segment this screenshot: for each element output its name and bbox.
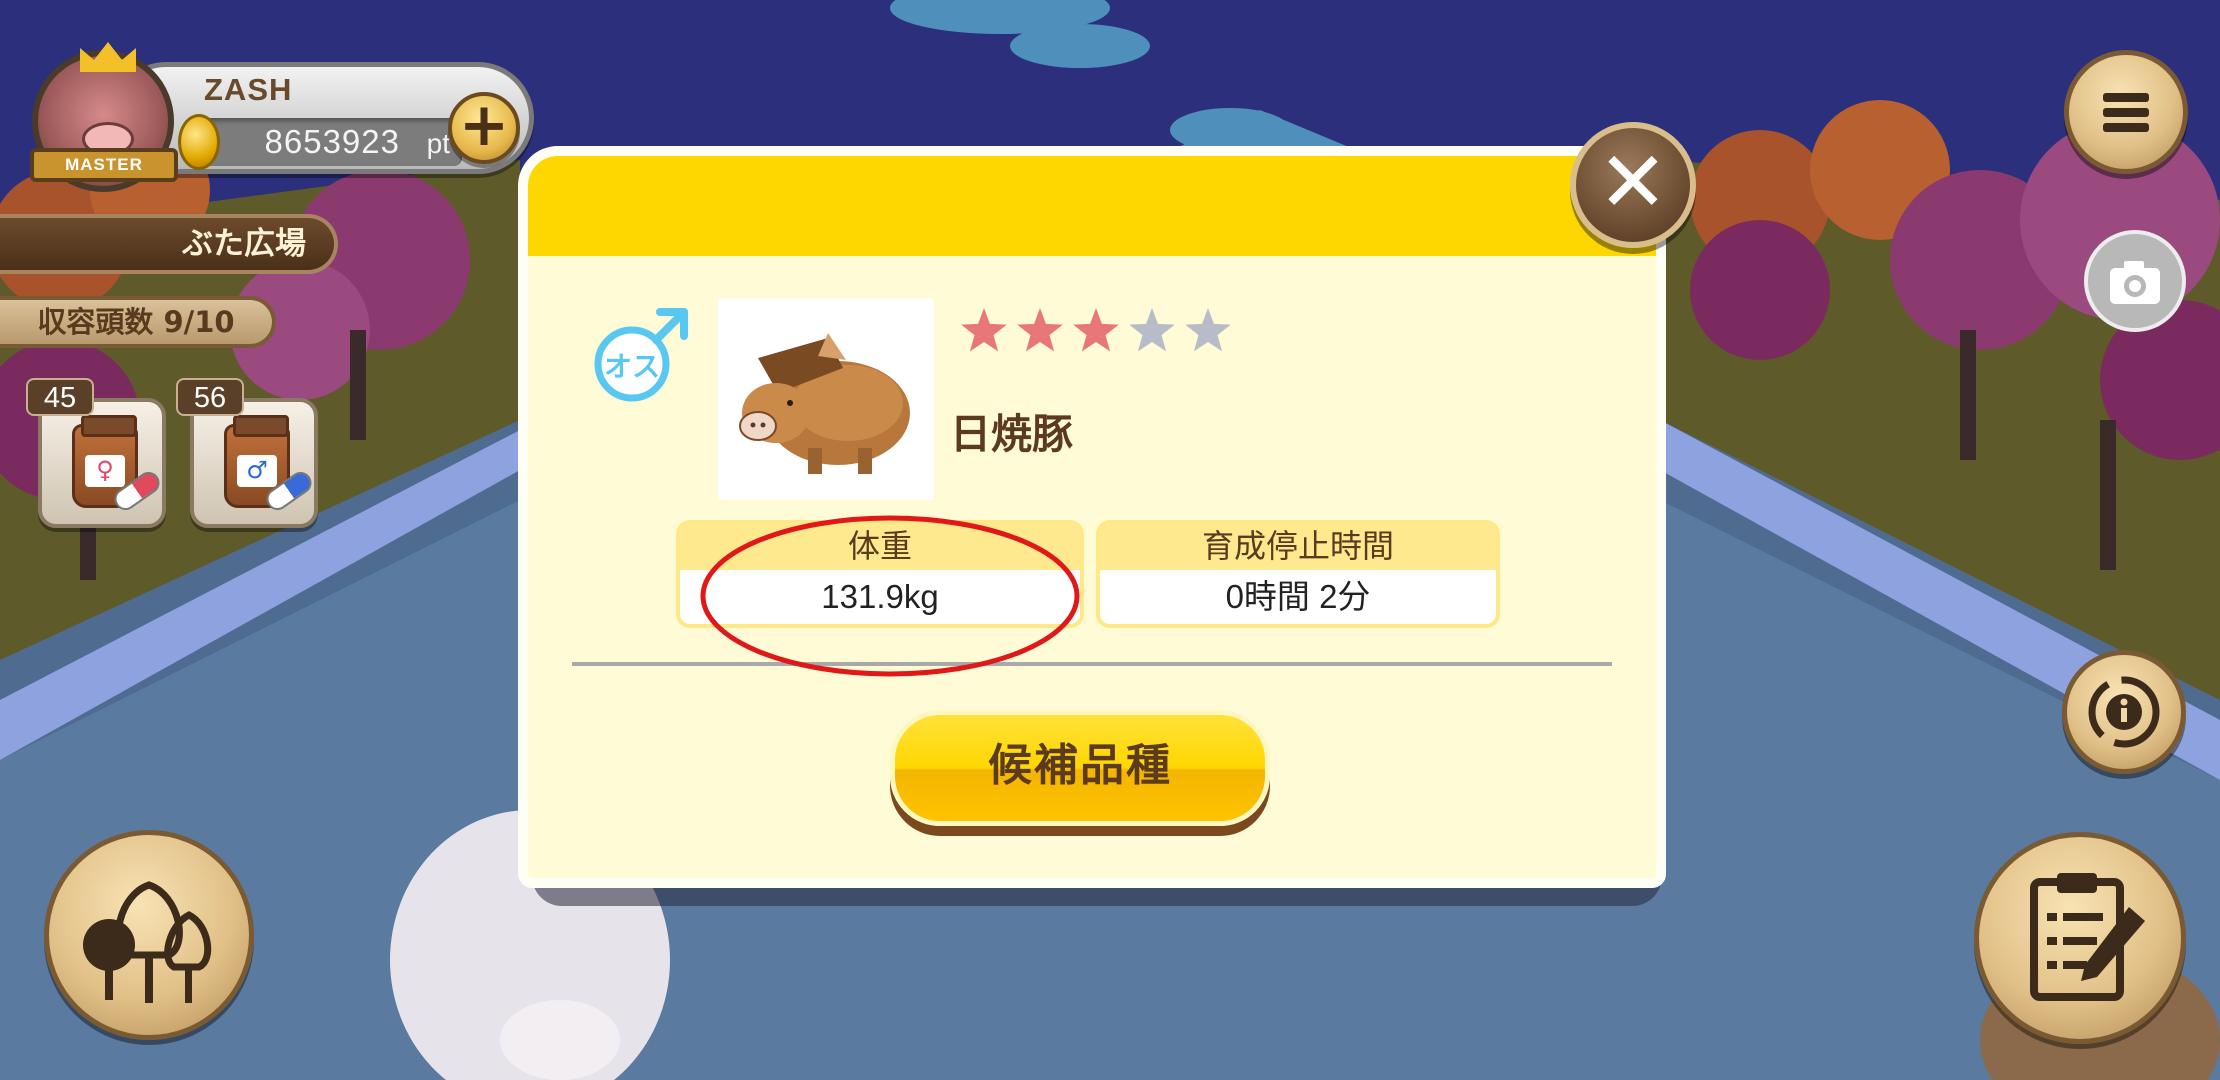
- rotate-info-icon: [2088, 676, 2160, 748]
- trees-button[interactable]: [44, 830, 254, 1040]
- growth-stop-card: 育成停止時間 0時間 2分: [1096, 520, 1500, 628]
- points-value: 8653923: [264, 123, 400, 160]
- rotate-info-button[interactable]: [2062, 650, 2186, 774]
- coin-icon: [178, 114, 220, 170]
- male-medicine-count: 56: [176, 378, 244, 416]
- male-medicine-slot[interactable]: ♂: [190, 398, 318, 528]
- candidate-breed-button[interactable]: 候補品種: [890, 710, 1270, 826]
- female-medicine-count: 45: [26, 378, 94, 416]
- menu-button[interactable]: [2064, 50, 2188, 174]
- area-name: ぶた広場: [0, 214, 338, 274]
- add-points-button[interactable]: +: [448, 92, 520, 164]
- points-unit: pt: [426, 128, 450, 159]
- dialog-header: [528, 156, 1656, 256]
- hamburger-menu-icon: [2103, 93, 2149, 132]
- clipboard-button[interactable]: [1974, 832, 2186, 1044]
- pig-portrait: [718, 298, 934, 500]
- growth-stop-value: 0時間 2分: [1225, 578, 1371, 615]
- male-symbol: ♂: [237, 455, 277, 487]
- star-filled-icon: [961, 308, 1007, 352]
- growth-stop-label: 育成停止時間: [1100, 524, 1496, 570]
- points-box: 8653923 pt: [200, 118, 462, 166]
- gender-text: オス: [604, 350, 660, 383]
- star-filled-icon: [1073, 308, 1119, 352]
- camera-icon: [2110, 261, 2160, 304]
- pig-image: [739, 333, 910, 474]
- close-button[interactable]: ✕: [1570, 122, 1696, 248]
- star-empty-icon: [1129, 308, 1175, 352]
- camera-button[interactable]: [2084, 230, 2186, 332]
- weight-card: 体重 131.9kg: [676, 520, 1084, 628]
- female-symbol: ♀: [85, 455, 125, 487]
- divider: [572, 662, 1612, 666]
- male-symbol-icon: オス: [594, 308, 688, 402]
- breed-name: 日焼豚: [950, 410, 1073, 458]
- female-medicine-slot[interactable]: ♀: [38, 398, 166, 528]
- weight-label: 体重: [680, 524, 1080, 570]
- clipboard-edit-icon: [2030, 873, 2145, 1001]
- trees-icon: [83, 881, 212, 1003]
- star-rating: [961, 308, 1231, 352]
- capacity-label: 収容頭数 9/10: [0, 296, 276, 348]
- weight-value: 131.9kg: [821, 578, 939, 615]
- player-name: ZASH: [204, 72, 293, 107]
- star-empty-icon: [1185, 308, 1231, 352]
- rank-badge: MASTER: [30, 148, 178, 182]
- star-filled-icon: [1017, 308, 1063, 352]
